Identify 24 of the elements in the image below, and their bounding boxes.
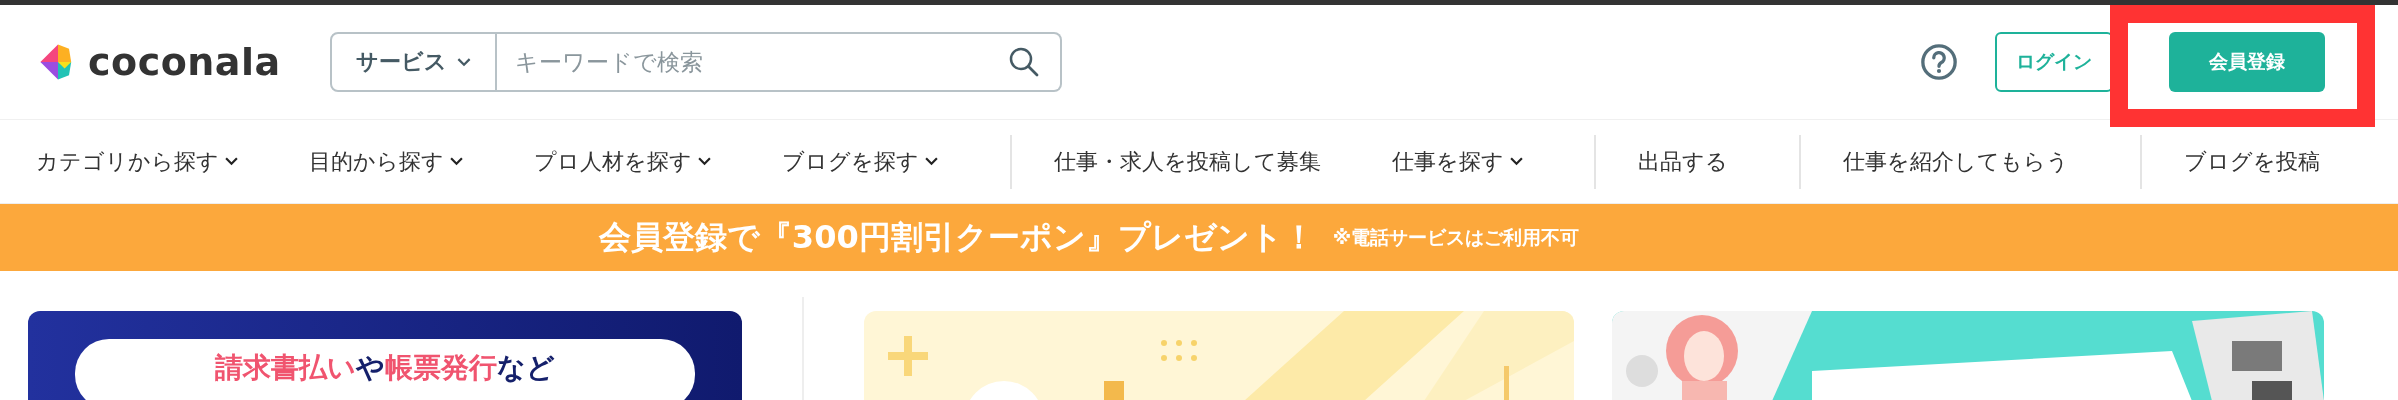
chevron-down-icon [450, 157, 464, 166]
nav-link[interactable]: 仕事・求人を投稿して募集 [1009, 134, 1321, 189]
banner-note: ※電話サービスはご利用不可 [1332, 224, 1580, 250]
chevron-down-icon [457, 57, 471, 67]
search-field[interactable]: キーワードで検索 [497, 32, 1062, 92]
chevron-down-icon [698, 157, 712, 166]
category-dropdown[interactable]: サービス [330, 32, 497, 92]
nav-link[interactable]: プロ人材を探す [534, 146, 712, 177]
nav-link[interactable]: ブログを投稿 [2140, 134, 2320, 189]
logo-text[interactable]: coconala [88, 40, 281, 84]
nav-link[interactable]: 目的から探す [309, 146, 464, 177]
chevron-down-icon [925, 157, 939, 166]
search-icon[interactable] [1008, 46, 1040, 78]
chevron-down-icon [1509, 157, 1523, 166]
help-icon[interactable] [1920, 43, 1958, 81]
chevron-down-icon [225, 157, 238, 166]
nav-link[interactable]: ブログを探す [782, 146, 939, 177]
nav-link[interactable]: 仕事を紹介してもらう [1798, 134, 2069, 189]
banner-headline: 会員登録で『300円割引クーポン』プレゼント！ [598, 216, 1315, 258]
nav-link[interactable]: 仕事を探す [1391, 146, 1523, 177]
nav-link[interactable]: 出品する [1593, 134, 1728, 189]
promo-pill-text: 請求書払いや帳票発行など [75, 339, 695, 400]
nav-link[interactable]: カテゴリから探す [36, 146, 238, 177]
promo-card[interactable]: 請求書払いや帳票発行など [28, 311, 742, 400]
